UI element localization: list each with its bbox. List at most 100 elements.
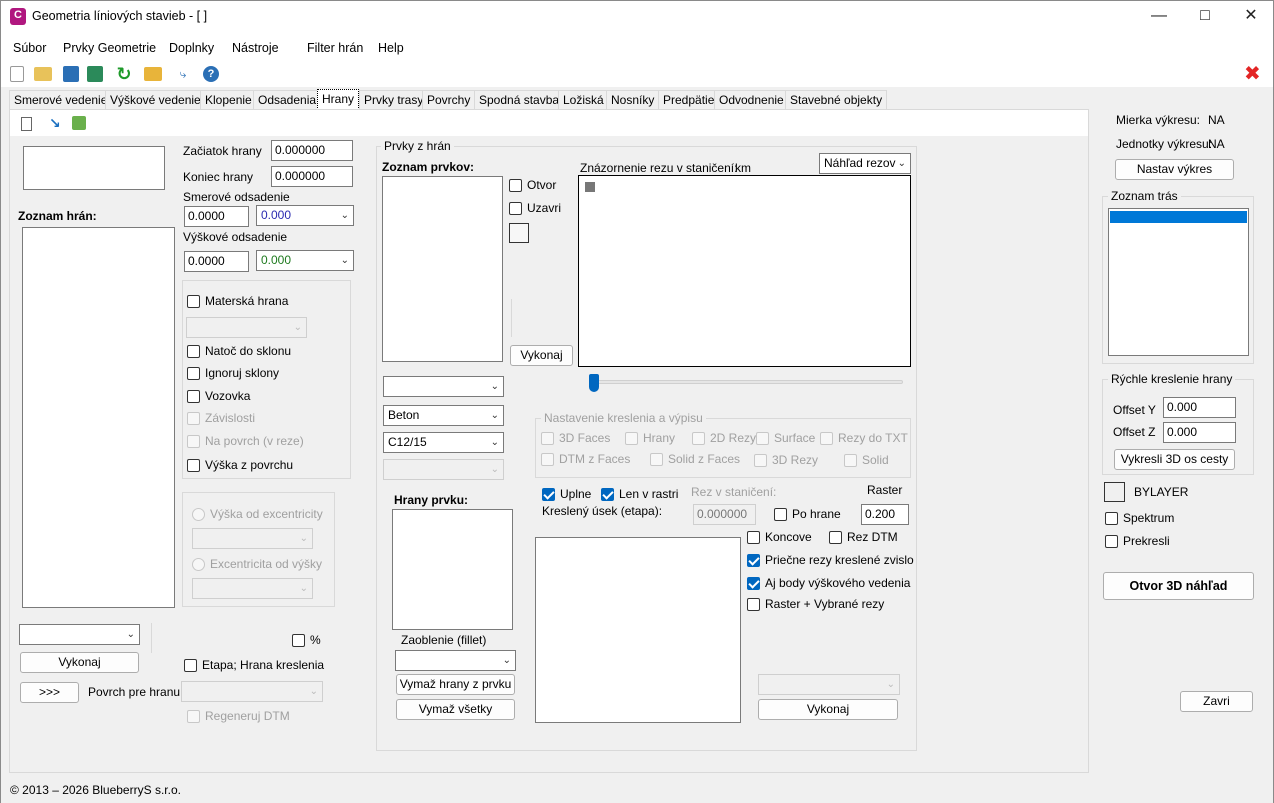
- spektrum-checkbox[interactable]: Spektrum: [1105, 511, 1174, 525]
- hrany-prvku-list[interactable]: [392, 509, 513, 630]
- vykonaj-prvky-button[interactable]: Vykonaj: [510, 345, 573, 366]
- tab-stavebne-objekty[interactable]: Stavebné objekty: [785, 90, 888, 110]
- export-icon[interactable]: [144, 67, 162, 81]
- vyska-od-exc-combo[interactable]: ⌄: [192, 528, 313, 549]
- rez-dtm-checkbox[interactable]: Rez DTM: [829, 530, 898, 544]
- materska-combo[interactable]: ⌄: [186, 317, 307, 338]
- povrch-combo[interactable]: ⌄: [181, 681, 323, 702]
- menu-help[interactable]: Help: [378, 41, 404, 55]
- otvor-3d-button[interactable]: Otvor 3D náhľad: [1103, 572, 1254, 600]
- vymaz-vsetky-button[interactable]: Vymaž všetky: [396, 699, 515, 720]
- offset-z-input[interactable]: 0.000: [1163, 422, 1236, 443]
- koncove-checkbox[interactable]: Koncove: [747, 530, 812, 544]
- tab-hrany[interactable]: Hrany: [317, 89, 360, 110]
- nahlad-combo[interactable]: Náhľad rezov ⌄: [819, 153, 911, 174]
- vykresli-button[interactable]: Vykresli 3D os cesty: [1114, 449, 1235, 470]
- edge-list[interactable]: [22, 227, 175, 608]
- tab-spodna-stavba[interactable]: Spodná stavba: [474, 90, 565, 110]
- zavri-button[interactable]: Zavri: [1180, 691, 1253, 712]
- prvky-combo-disabled[interactable]: ⌄: [383, 459, 504, 480]
- opt-dtmfaces-checkbox[interactable]: DTM z Faces: [541, 452, 630, 466]
- prvky-combo[interactable]: ⌄: [383, 376, 504, 397]
- refresh-icon[interactable]: ↻: [114, 64, 134, 84]
- prvky-bottom-combo[interactable]: ⌄: [758, 674, 900, 695]
- nastav-vykres-button[interactable]: Nastav výkres: [1115, 159, 1234, 180]
- tab-vyskove-vedenie[interactable]: Výškové vedenie: [105, 90, 206, 110]
- vozovka-checkbox[interactable]: Vozovka: [187, 389, 250, 403]
- kresleny-usek-list[interactable]: [535, 537, 741, 723]
- tab-prvky-trasy[interactable]: Prvky trasy: [359, 90, 429, 110]
- close-window-button[interactable]: ✕: [1228, 1, 1274, 33]
- station-slider-track[interactable]: [591, 380, 903, 384]
- ignoruj-checkbox[interactable]: Ignoruj sklony: [187, 366, 279, 380]
- tab-klopenie[interactable]: Klopenie: [200, 90, 257, 110]
- koniec-input[interactable]: 0.000000: [271, 166, 353, 187]
- uplne-checkbox[interactable]: Uplne: [542, 487, 591, 501]
- uzavri-checkbox[interactable]: Uzavri: [509, 201, 561, 215]
- trieda-combo[interactable]: C12/15 ⌄: [383, 432, 504, 453]
- tab-odsadenia[interactable]: Odsadenia: [253, 90, 322, 110]
- open-folder-icon[interactable]: [34, 67, 52, 81]
- save-icon[interactable]: [63, 66, 79, 82]
- tab-nosniky[interactable]: Nosníky: [606, 90, 660, 110]
- vymaz-hrany-button[interactable]: Vymaž hrany z prvku: [396, 674, 515, 695]
- percent-checkbox[interactable]: %: [292, 633, 321, 647]
- menu-filter-hran[interactable]: Filter hrán: [307, 41, 363, 55]
- opt-2drezy-checkbox[interactable]: 2D Rezy: [692, 431, 756, 445]
- raster-input[interactable]: 0.200: [861, 504, 909, 525]
- tab-povrchy[interactable]: Povrchy: [422, 90, 476, 110]
- tras-list[interactable]: [1108, 208, 1249, 356]
- tool-icon[interactable]: ⤷: [173, 64, 193, 84]
- opt-rezytxt-checkbox[interactable]: Rezy do TXT: [820, 431, 908, 445]
- material-combo[interactable]: Beton ⌄: [383, 405, 504, 426]
- etapa-checkbox[interactable]: Etapa; Hrana kreslenia: [184, 658, 324, 672]
- vykonaj-bottom-button[interactable]: Vykonaj: [758, 699, 898, 720]
- opt-3drezy-checkbox[interactable]: 3D Rezy: [754, 453, 818, 467]
- len-v-rastri-checkbox[interactable]: Len v rastri: [601, 487, 678, 501]
- smerove-combo[interactable]: 0.000 ⌄: [256, 205, 354, 226]
- vyskove-input[interactable]: 0.0000: [184, 251, 249, 272]
- menu-subor[interactable]: Súbor: [13, 41, 46, 55]
- na-povrch-checkbox[interactable]: Na povrch (v reze): [187, 434, 304, 448]
- zaciatok-input[interactable]: 0.000000: [271, 140, 353, 161]
- otvor-checkbox[interactable]: Otvor: [509, 178, 556, 192]
- natoc-checkbox[interactable]: Natoč do sklonu: [187, 344, 291, 358]
- menu-nastroje[interactable]: Nástroje: [232, 41, 279, 55]
- maximize-button[interactable]: □: [1182, 1, 1228, 33]
- opt-surface-checkbox[interactable]: Surface: [756, 431, 815, 445]
- prekresli-checkbox[interactable]: Prekresli: [1105, 534, 1170, 548]
- station-slider-thumb[interactable]: [589, 374, 599, 392]
- new-edge-icon[interactable]: [21, 117, 32, 131]
- offset-y-input[interactable]: 0.000: [1163, 397, 1236, 418]
- bylayer-color-swatch[interactable]: [1104, 482, 1125, 502]
- new-file-icon[interactable]: [10, 66, 24, 82]
- prvky-list[interactable]: [382, 176, 503, 362]
- save-as-icon[interactable]: [87, 66, 103, 82]
- exc-od-vysky-combo[interactable]: ⌄: [192, 578, 313, 599]
- exc-od-vysky-radio[interactable]: Excentricita od výšky: [192, 557, 322, 571]
- opt-hrany-checkbox[interactable]: Hrany: [625, 431, 675, 445]
- help-icon[interactable]: ?: [203, 66, 219, 82]
- raster-vybrane-checkbox[interactable]: Raster + Vybrané rezy: [747, 597, 884, 611]
- tab-odvodnenie[interactable]: Odvodnenie: [714, 90, 789, 110]
- minimize-button[interactable]: —: [1136, 1, 1182, 33]
- color-swatch[interactable]: [509, 223, 529, 243]
- smerove-input[interactable]: 0.0000: [184, 206, 249, 227]
- tras-list-selected-row[interactable]: [1110, 211, 1247, 223]
- menu-prvky-geometrie[interactable]: Prvky Geometrie: [63, 41, 156, 55]
- import-icon[interactable]: ↘: [49, 115, 61, 132]
- rez-input[interactable]: 0.000000: [693, 504, 756, 525]
- vyska-z-povrchu-checkbox[interactable]: Výška z povrchu: [187, 458, 293, 472]
- opt-solid-checkbox[interactable]: Solid: [844, 453, 889, 467]
- priecne-checkbox[interactable]: Priečne rezy kreslené zvislo: [747, 553, 914, 567]
- close-red-icon[interactable]: ✖: [1244, 61, 1261, 86]
- edge-bottom-combo[interactable]: ⌄: [19, 624, 140, 645]
- vyska-od-exc-radio[interactable]: Výška od excentricity: [192, 507, 323, 521]
- opt-3dfaces-checkbox[interactable]: 3D Faces: [541, 431, 610, 445]
- materska-checkbox[interactable]: Materská hrana: [187, 294, 288, 308]
- vykonaj-left-button[interactable]: Vykonaj: [20, 652, 139, 673]
- zaoblenie-combo[interactable]: ⌄: [395, 650, 516, 671]
- aj-body-checkbox[interactable]: Aj body výškového vedenia: [747, 576, 910, 590]
- opt-solidfaces-checkbox[interactable]: Solid z Faces: [650, 452, 740, 466]
- tab-smerove-vedenie[interactable]: Smerové vedenie: [9, 90, 113, 110]
